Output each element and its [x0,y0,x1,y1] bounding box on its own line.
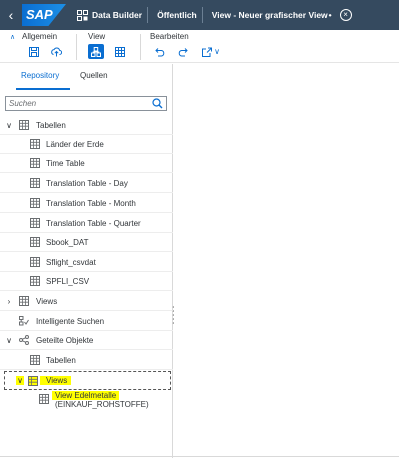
tree-item-translation-table-day[interactable]: Translation Table - Day [0,174,173,193]
toolbar-group-allgemein: Allgemein [22,32,58,41]
separator [201,7,203,23]
redo-icon[interactable] [175,44,191,59]
tab-selection-indicator [16,88,70,90]
tab-quellen[interactable]: Quellen [80,71,108,80]
intelligent-lookup-icon [19,316,29,326]
breadcrumb-app[interactable]: Data Builder [92,10,142,20]
table-view-icon[interactable] [112,44,128,59]
tree-item-intelligente-suchen[interactable]: Intelligente Suchen [0,312,173,331]
breadcrumb-space[interactable]: Öffentlich [157,10,197,20]
tree-item-time-table[interactable]: Time Table [0,154,173,173]
data-builder-icon [76,9,88,21]
toolbar: ∧ Allgemein View Bearbeiten ∨ [0,30,399,63]
shell-bar: ‹ SAP Data Builder Öffentlich View - Neu… [0,0,399,30]
tree-item-label: Tabellen [36,120,66,130]
tree-item-label: Tabellen [46,355,76,365]
tree-item-views[interactable]: › Views [0,292,173,311]
tree-item-label: Views [40,376,72,385]
table-icon [30,237,40,247]
chevron-down-icon[interactable]: ∨ [5,121,13,130]
separator [147,7,149,23]
toolbar-group-view: View [88,32,106,41]
chevron-right-icon[interactable]: › [5,297,13,306]
tree-item-label: Sbook_DAT [46,237,89,247]
view-icon [28,375,38,386]
tree-item-label: Translation Table - Day [46,178,128,188]
search-input[interactable] [6,97,146,110]
graphical-view-icon[interactable] [88,44,104,59]
save-icon[interactable] [26,44,42,59]
table-icon [30,158,40,168]
tree-item-label: Sflight_csvdat [46,257,96,267]
toolbar-separator [76,34,77,60]
chevron-down-icon[interactable]: ∨ [16,376,24,385]
table-icon [30,276,40,286]
tree-item-geteilte-tabellen[interactable]: Tabellen [0,351,173,370]
sap-logo: SAP [22,4,66,26]
unsaved-marker: • [328,10,332,20]
table-icon [30,355,40,365]
tree-item-label: Länder der Erde [46,139,104,149]
tree-item-translation-table-quarter[interactable]: Translation Table - Quarter [0,214,173,233]
tab-repository[interactable]: Repository [21,71,59,80]
tree-item-label: Translation Table - Quarter [46,218,141,228]
tree-item-label: View Edelmetalle [52,391,120,400]
tree-item-sflight-csvdat[interactable]: Sflight_csvdat [0,253,173,272]
chevron-down-icon[interactable]: ∨ [212,44,222,59]
tree-item-label: Geteilte Objekte [36,335,94,345]
tree-item-label: SPFLI_CSV [46,276,90,286]
undo-icon[interactable] [152,44,168,59]
modeling-canvas[interactable] [174,64,399,458]
table-icon [39,394,49,404]
table-icon [30,257,40,267]
deploy-icon[interactable] [48,44,64,59]
divider [0,456,399,457]
tree-item-sbook-dat[interactable]: Sbook_DAT [0,233,173,252]
tree-item-view-edelmetalle[interactable]: View Edelmetalle (EINKAUF_ROHSTOFFE) [0,390,173,412]
table-icon [19,296,29,306]
table-icon [30,198,40,208]
table-icon [19,120,29,130]
toolbar-group-bearbeiten: Bearbeiten [150,32,189,41]
page-title: View - Neuer grafischer View [211,10,328,20]
close-icon[interactable]: × [339,9,352,21]
search-field[interactable] [5,96,167,111]
share-icon [19,335,29,345]
chevron-down-icon[interactable]: ∨ [5,336,13,345]
tree-item-spfli-csv[interactable]: SPFLI_CSV [0,272,173,291]
tree-item-geteilte-views[interactable]: ∨ Views [4,371,171,390]
tree-item-label: Views [36,296,58,306]
search-icon[interactable] [152,98,163,109]
tree-item-sublabel: (EINKAUF_ROHSTOFFE) [55,400,149,409]
back-icon[interactable]: ‹ [0,0,22,30]
table-icon [30,139,40,149]
toolbar-separator [140,34,141,60]
tree-item-label: Translation Table - Month [46,198,136,208]
tree-item-label: Intelligente Suchen [36,316,105,326]
tree-item-translation-table-month[interactable]: Translation Table - Month [0,194,173,213]
panel-tabs: Repository Quellen [0,64,173,90]
tree-item-label: Time Table [46,158,85,168]
table-icon [30,178,40,188]
table-icon [30,218,40,228]
tree-item-laender-der-erde[interactable]: Länder der Erde [0,135,173,154]
repository-panel: Repository Quellen ∨ Tabellen Länder der… [0,64,173,458]
tree-item-tabellen[interactable]: ∨ Tabellen [0,116,173,135]
tree-item-geteilte-objekte[interactable]: ∨ Geteilte Objekte [0,331,173,350]
collapse-toolbar-icon[interactable]: ∧ [10,33,15,41]
